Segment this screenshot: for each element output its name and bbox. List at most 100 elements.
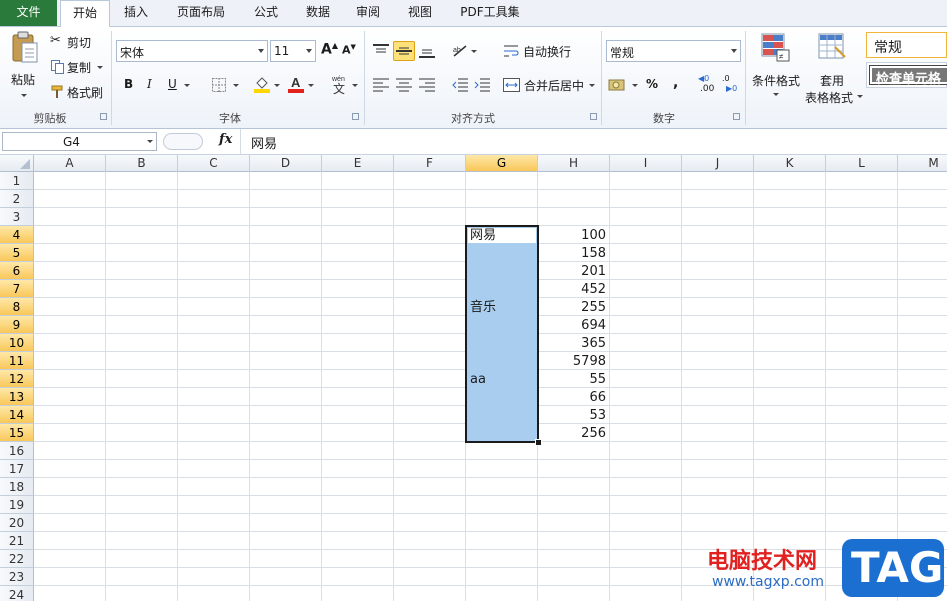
column-header-E[interactable]: E: [322, 155, 394, 172]
format-as-table-button[interactable]: 套用 表格格式: [805, 31, 863, 105]
align-top-button[interactable]: [370, 41, 392, 61]
tab-file[interactable]: 文件: [0, 0, 57, 26]
row-header-15[interactable]: 15: [0, 424, 34, 442]
cell-H5[interactable]: 158: [538, 245, 606, 263]
worksheet-grid[interactable]: ABCDEFGHIJKLM 1 2 3 4 5 6 7 8 9 10 11 12 13 14 15 16 17 1…: [0, 155, 947, 601]
row-header-23[interactable]: 23: [0, 568, 34, 586]
copy-button[interactable]: 复制: [50, 58, 106, 76]
tab-data[interactable]: 数据: [296, 0, 340, 26]
currency-button[interactable]: [608, 75, 640, 95]
cell-H13[interactable]: 66: [538, 389, 606, 407]
chevron-down-icon[interactable]: [147, 140, 153, 143]
tab-page-layout[interactable]: 页面布局: [166, 0, 236, 26]
column-header-L[interactable]: L: [826, 155, 898, 172]
column-header-A[interactable]: A: [34, 155, 106, 172]
row-header-21[interactable]: 21: [0, 532, 34, 550]
row-header-10[interactable]: 10: [0, 334, 34, 352]
clipboard-launcher-icon[interactable]: [100, 113, 107, 120]
select-all-button[interactable]: [0, 155, 34, 172]
row-header-22[interactable]: 22: [0, 550, 34, 568]
column-header-K[interactable]: K: [754, 155, 826, 172]
font-name-select[interactable]: 宋体: [116, 40, 268, 62]
font-launcher-icon[interactable]: [352, 113, 359, 120]
tab-view[interactable]: 视图: [398, 0, 442, 26]
number-format-select[interactable]: 常规: [606, 40, 741, 62]
formula-input[interactable]: 网易: [251, 133, 277, 152]
fill-handle[interactable]: [535, 439, 542, 446]
column-header-D[interactable]: D: [250, 155, 322, 172]
row-header-7[interactable]: 7: [0, 280, 34, 298]
row-header-1[interactable]: 1: [0, 172, 34, 190]
column-header-C[interactable]: C: [178, 155, 250, 172]
tab-review[interactable]: 审阅: [346, 0, 390, 26]
row-header-2[interactable]: 2: [0, 190, 34, 208]
row-header-13[interactable]: 13: [0, 388, 34, 406]
row-header-5[interactable]: 5: [0, 244, 34, 262]
paste-button[interactable]: 粘贴: [6, 31, 42, 99]
column-header-F[interactable]: F: [394, 155, 466, 172]
row-header-18[interactable]: 18: [0, 478, 34, 496]
row-header-8[interactable]: 8: [0, 298, 34, 316]
style-check-cell[interactable]: 检查单元格: [866, 62, 947, 88]
cut-button[interactable]: ✂ 剪切: [50, 33, 106, 51]
format-painter-button[interactable]: 格式刷: [50, 83, 106, 101]
cell-H7[interactable]: 452: [538, 281, 606, 299]
cell-H15[interactable]: 256: [538, 425, 606, 443]
increase-decimal-button[interactable]: ◀0 .00: [698, 74, 720, 97]
conditional-format-button[interactable]: ≠ 条件格式: [750, 31, 804, 101]
column-header-I[interactable]: I: [610, 155, 682, 172]
row-header-4[interactable]: 4: [0, 226, 34, 244]
alignment-launcher-icon[interactable]: [590, 113, 597, 120]
row-header-3[interactable]: 3: [0, 208, 34, 226]
merge-center-button[interactable]: 合并后居中: [503, 75, 597, 95]
orientation-button[interactable]: ab: [450, 41, 478, 61]
row-header-19[interactable]: 19: [0, 496, 34, 514]
underline-button[interactable]: U: [164, 75, 192, 95]
fill-color-button[interactable]: [252, 75, 282, 95]
cell-H4[interactable]: 100: [538, 227, 606, 245]
align-center-button[interactable]: [393, 75, 415, 95]
percent-button[interactable]: %: [644, 75, 662, 95]
row-header-16[interactable]: 16: [0, 442, 34, 460]
column-header-G[interactable]: G: [466, 155, 538, 172]
grow-font-button[interactable]: A▲: [320, 41, 338, 59]
tab-insert[interactable]: 插入: [114, 0, 158, 26]
align-bottom-button[interactable]: [416, 41, 438, 61]
row-header-14[interactable]: 14: [0, 406, 34, 424]
formula-bar-resize[interactable]: [163, 133, 203, 150]
decrease-decimal-button[interactable]: .0 ▶0: [722, 74, 744, 97]
cell-H14[interactable]: 53: [538, 407, 606, 425]
cell-H9[interactable]: 694: [538, 317, 606, 335]
row-header-9[interactable]: 9: [0, 316, 34, 334]
column-header-J[interactable]: J: [682, 155, 754, 172]
italic-button[interactable]: I: [142, 75, 160, 95]
row-header-6[interactable]: 6: [0, 262, 34, 280]
align-right-button[interactable]: [416, 75, 438, 95]
tab-home[interactable]: 开始: [60, 0, 110, 27]
row-header-17[interactable]: 17: [0, 460, 34, 478]
column-header-M[interactable]: M: [898, 155, 947, 172]
bold-button[interactable]: B: [120, 75, 138, 95]
wrap-text-button[interactable]: 自动换行: [503, 41, 589, 61]
row-header-20[interactable]: 20: [0, 514, 34, 532]
cell-H8[interactable]: 255: [538, 299, 606, 317]
shrink-font-button[interactable]: A▼: [340, 41, 356, 59]
align-left-button[interactable]: [370, 75, 392, 95]
cell-H6[interactable]: 201: [538, 263, 606, 281]
row-header-12[interactable]: 12: [0, 370, 34, 388]
phonetic-button[interactable]: wén 文: [330, 73, 360, 97]
cell-H10[interactable]: 365: [538, 335, 606, 353]
align-middle-button[interactable]: [393, 41, 415, 61]
decrease-indent-button[interactable]: [450, 75, 470, 95]
tab-pdf-tools[interactable]: PDF工具集: [452, 0, 528, 26]
font-size-select[interactable]: 11: [270, 40, 316, 62]
font-color-button[interactable]: A: [286, 75, 316, 95]
comma-button[interactable]: ,: [668, 75, 686, 95]
name-box[interactable]: G4: [2, 132, 157, 151]
cell-H12[interactable]: 55: [538, 371, 606, 389]
column-header-B[interactable]: B: [106, 155, 178, 172]
column-header-H[interactable]: H: [538, 155, 610, 172]
borders-button[interactable]: [210, 75, 242, 95]
tab-formulas[interactable]: 公式: [244, 0, 288, 26]
row-header-11[interactable]: 11: [0, 352, 34, 370]
